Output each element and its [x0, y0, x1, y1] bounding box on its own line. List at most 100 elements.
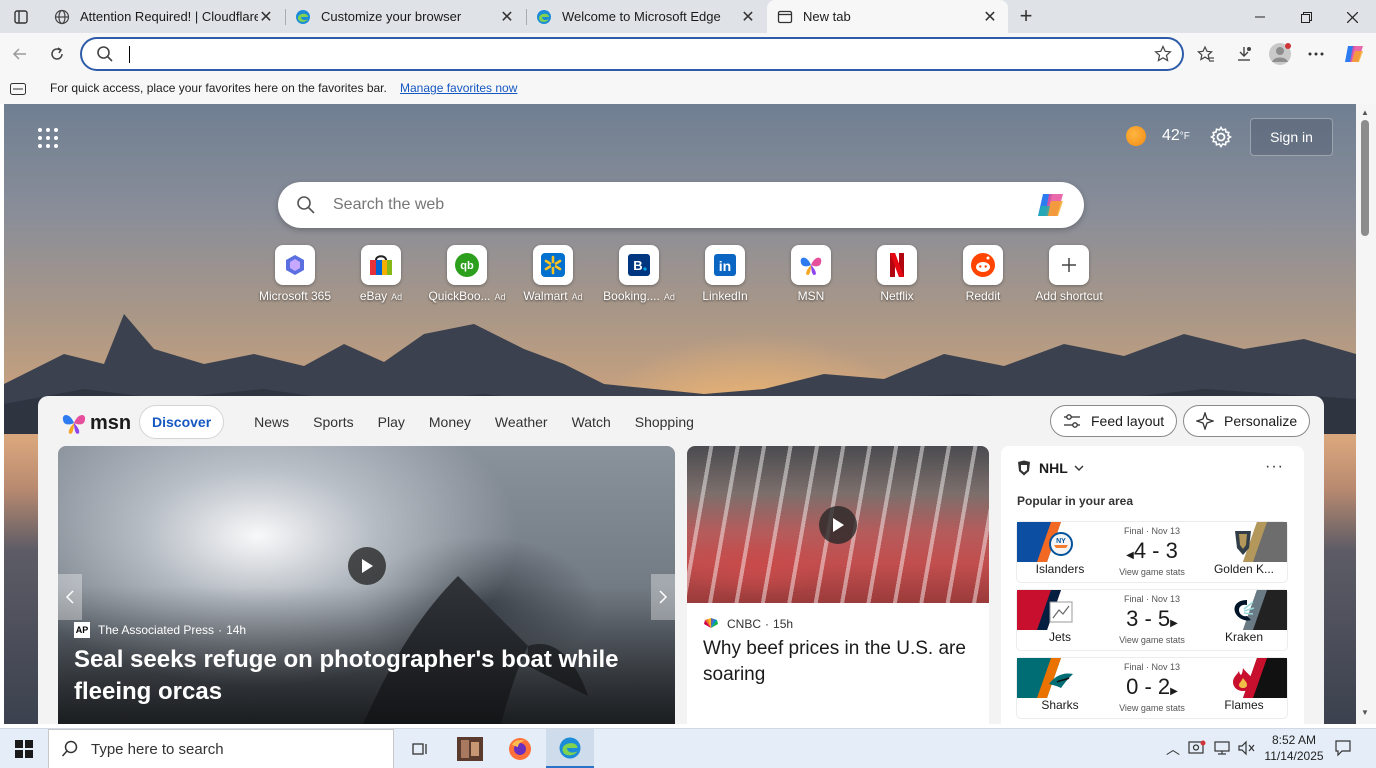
- download-icon: [1238, 47, 1251, 61]
- tab-customize[interactable]: Customize your browser ✕: [285, 0, 525, 33]
- tab-actions-button[interactable]: [6, 4, 36, 30]
- minimize-button[interactable]: [1240, 4, 1280, 30]
- tab-new-tab[interactable]: New tab ✕: [767, 0, 1008, 33]
- team-home[interactable]: Islanders: [1017, 562, 1103, 576]
- nhl-title[interactable]: NHL: [1017, 460, 1084, 476]
- sparkle-icon: [1196, 412, 1214, 430]
- shortcut-label: Add shortcut: [1035, 289, 1103, 303]
- nav-weather[interactable]: Weather: [495, 414, 548, 430]
- shortcut-walmart[interactable]: Walmart Ad: [510, 245, 596, 303]
- shortcut-label: Booking....: [603, 289, 660, 303]
- shortcut-ebay[interactable]: eBay Ad: [338, 245, 424, 303]
- game-row[interactable]: NY Final · Nov 13 ◀4 - 3 View game stats…: [1017, 522, 1287, 582]
- msn-logo[interactable]: msn: [60, 410, 131, 436]
- taskbar-app-firefox[interactable]: [496, 729, 544, 768]
- copilot-icon[interactable]: [1036, 192, 1066, 218]
- view-game-stats-link[interactable]: View game stats: [1103, 635, 1201, 645]
- shortcut-microsoft-365[interactable]: Microsoft 365: [252, 245, 338, 303]
- nav-play[interactable]: Play: [378, 414, 405, 430]
- settings-more-button[interactable]: [1302, 40, 1330, 68]
- shortcut-netflix[interactable]: Netflix: [854, 245, 940, 303]
- tab-welcome-edge[interactable]: Welcome to Microsoft Edge ✕: [526, 0, 766, 33]
- shortcut-msn[interactable]: MSN: [768, 245, 854, 303]
- team-away[interactable]: Flames: [1201, 698, 1287, 712]
- shortcut-reddit[interactable]: Reddit: [940, 245, 1026, 303]
- add-shortcut-button[interactable]: Add shortcut: [1026, 245, 1112, 303]
- nav-sports[interactable]: Sports: [313, 414, 353, 430]
- carousel-prev-button[interactable]: [58, 574, 82, 620]
- volume-muted-icon[interactable]: [1238, 740, 1256, 756]
- shortcut-booking[interactable]: B Booking.... Ad: [596, 245, 682, 303]
- story-source: AP The Associated Press · 14h: [74, 622, 246, 638]
- story-card-main[interactable]: AP The Associated Press · 14h Seal seeks…: [58, 446, 675, 724]
- downloads-button[interactable]: [1230, 40, 1258, 68]
- address-bar[interactable]: [80, 37, 1184, 71]
- personalize-button[interactable]: Personalize: [1183, 405, 1311, 437]
- nav-news[interactable]: News: [254, 414, 289, 430]
- show-hidden-icons-chevron-up-icon[interactable]: ︿: [1166, 739, 1180, 759]
- close-tab-button[interactable]: ✕: [982, 7, 998, 27]
- game-row[interactable]: Final · Nov 13 3 - 5▶ View game stats Je…: [1017, 590, 1287, 650]
- carousel-next-button[interactable]: [651, 574, 675, 620]
- close-tab-button[interactable]: ✕: [258, 7, 274, 27]
- taskbar-search-box[interactable]: Type here to search: [48, 729, 394, 768]
- favorite-star-icon[interactable]: [1154, 45, 1172, 63]
- address-input[interactable]: [132, 43, 1132, 65]
- nav-watch[interactable]: Watch: [572, 414, 611, 430]
- team-away[interactable]: Kraken: [1201, 630, 1287, 644]
- apps-grid-icon[interactable]: [36, 126, 60, 150]
- start-button[interactable]: [0, 729, 48, 768]
- game-row[interactable]: Final · Nov 13 0 - 2▶ View game stats Sh…: [1017, 658, 1287, 718]
- security-tray-icon[interactable]: [1188, 740, 1206, 756]
- nav-money[interactable]: Money: [429, 414, 471, 430]
- score-home: 3: [1126, 606, 1139, 631]
- play-button[interactable]: [819, 506, 857, 544]
- close-window-button[interactable]: [1332, 4, 1372, 30]
- refresh-button[interactable]: [43, 40, 71, 68]
- network-icon[interactable]: [1213, 740, 1231, 756]
- tab-title: New tab: [803, 9, 851, 24]
- favorites-button[interactable]: [1192, 40, 1220, 68]
- team-home[interactable]: Sharks: [1017, 698, 1103, 712]
- profile-button[interactable]: [1266, 40, 1294, 68]
- story-headline[interactable]: Seal seeks refuge on photographer's boat…: [74, 644, 634, 708]
- score-separator: -: [1146, 538, 1166, 563]
- more-options-button[interactable]: ···: [1265, 458, 1284, 476]
- score-separator: -: [1138, 606, 1158, 631]
- scroll-down-icon[interactable]: ▼: [1361, 708, 1369, 717]
- new-tab-button[interactable]: +: [1014, 5, 1038, 29]
- scrollbar-thumb[interactable]: [1361, 120, 1369, 236]
- taskbar-app-photo[interactable]: [446, 729, 494, 768]
- nav-shopping[interactable]: Shopping: [635, 414, 694, 430]
- feed-layout-button[interactable]: Feed layout: [1050, 405, 1178, 437]
- team-away[interactable]: Golden K...: [1201, 562, 1287, 576]
- notifications-icon[interactable]: [1334, 739, 1352, 757]
- svg-text:qb: qb: [460, 260, 474, 272]
- scroll-up-icon[interactable]: ▲: [1361, 108, 1369, 117]
- tab-cloudflare[interactable]: Attention Required! | Cloudflare ✕: [44, 0, 284, 33]
- page-scrollbar[interactable]: ▲ ▼: [1356, 104, 1376, 724]
- system-clock[interactable]: 8:52 AM 11/14/2025: [1262, 732, 1326, 764]
- team-home[interactable]: Jets: [1017, 630, 1103, 644]
- back-button[interactable]: [6, 40, 34, 68]
- task-view-button[interactable]: [396, 729, 444, 768]
- manage-favorites-link[interactable]: Manage favorites now: [400, 81, 517, 95]
- close-tab-button[interactable]: ✕: [740, 7, 756, 27]
- story-card-secondary[interactable]: CNBC · 15h Why beef prices in the U.S. a…: [687, 446, 989, 724]
- gear-icon[interactable]: [1209, 125, 1233, 149]
- sign-in-button[interactable]: Sign in: [1250, 118, 1333, 156]
- view-game-stats-link[interactable]: View game stats: [1103, 567, 1201, 577]
- nav-discover[interactable]: Discover: [139, 405, 225, 439]
- firefox-icon: [509, 738, 531, 760]
- shortcut-linkedin[interactable]: in LinkedIn: [682, 245, 768, 303]
- story-headline[interactable]: Why beef prices in the U.S. are soaring: [703, 636, 973, 688]
- weather-widget[interactable]: 42 °F: [1126, 126, 1190, 146]
- taskbar-app-edge[interactable]: [546, 729, 594, 768]
- copilot-button[interactable]: [1340, 40, 1368, 68]
- restore-button[interactable]: [1286, 4, 1326, 30]
- shortcut-quickbooks[interactable]: qb QuickBoo... Ad: [424, 245, 510, 303]
- web-search-box[interactable]: Search the web: [278, 182, 1084, 228]
- view-game-stats-link[interactable]: View game stats: [1103, 703, 1201, 713]
- close-tab-button[interactable]: ✕: [499, 7, 515, 27]
- play-button[interactable]: [348, 547, 386, 585]
